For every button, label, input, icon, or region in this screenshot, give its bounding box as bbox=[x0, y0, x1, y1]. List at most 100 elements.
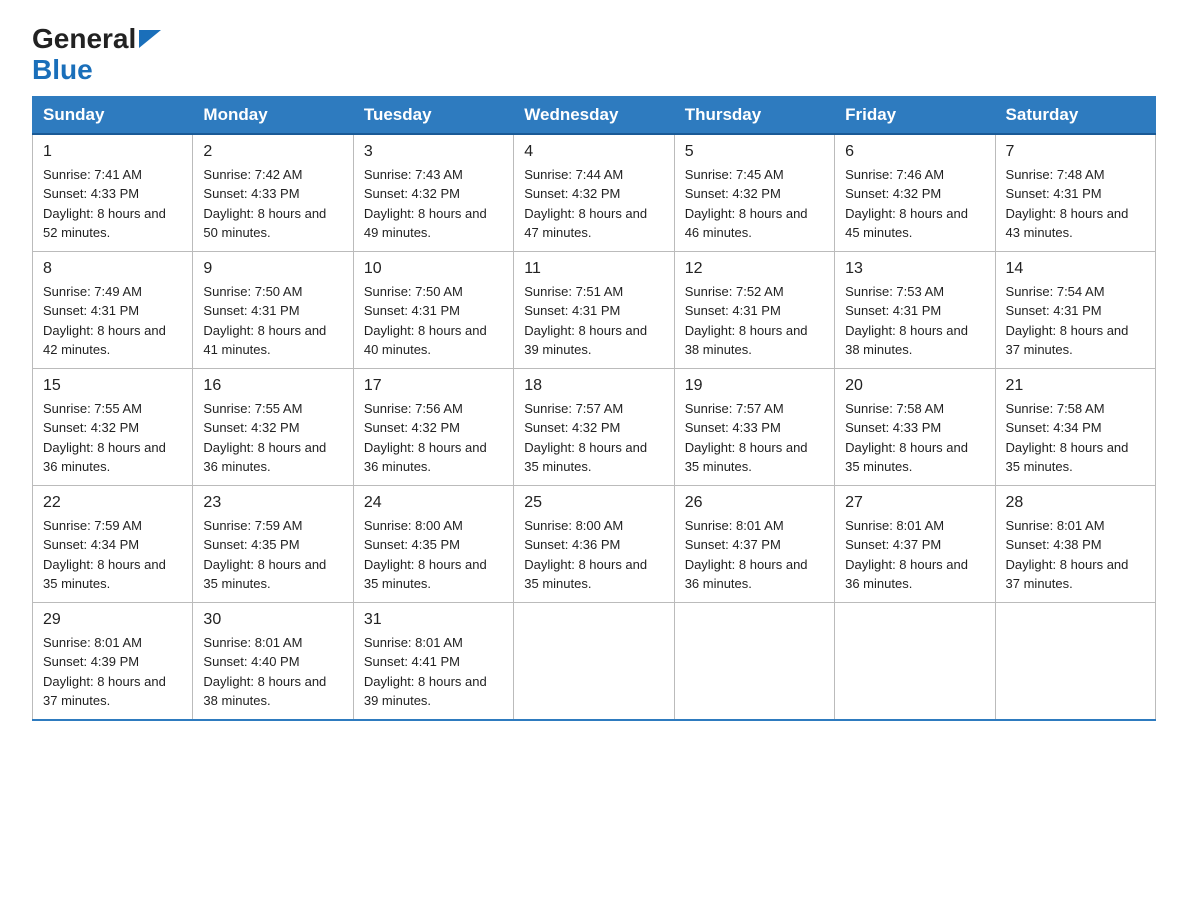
day-info: Sunrise: 8:00 AMSunset: 4:36 PMDaylight:… bbox=[524, 518, 647, 592]
day-number: 6 bbox=[845, 143, 984, 161]
calendar-cell: 20 Sunrise: 7:58 AMSunset: 4:33 PMDaylig… bbox=[835, 368, 995, 485]
day-number: 14 bbox=[1006, 260, 1145, 278]
day-info: Sunrise: 7:55 AMSunset: 4:32 PMDaylight:… bbox=[203, 401, 326, 475]
calendar-cell: 3 Sunrise: 7:43 AMSunset: 4:32 PMDayligh… bbox=[353, 134, 513, 252]
calendar-cell: 11 Sunrise: 7:51 AMSunset: 4:31 PMDaylig… bbox=[514, 251, 674, 368]
day-number: 11 bbox=[524, 260, 663, 278]
calendar-cell: 23 Sunrise: 7:59 AMSunset: 4:35 PMDaylig… bbox=[193, 485, 353, 602]
calendar-cell: 30 Sunrise: 8:01 AMSunset: 4:40 PMDaylig… bbox=[193, 602, 353, 720]
day-info: Sunrise: 7:57 AMSunset: 4:33 PMDaylight:… bbox=[685, 401, 808, 475]
day-number: 24 bbox=[364, 494, 503, 512]
day-number: 29 bbox=[43, 611, 182, 629]
calendar-week-row: 29 Sunrise: 8:01 AMSunset: 4:39 PMDaylig… bbox=[33, 602, 1156, 720]
day-info: Sunrise: 7:43 AMSunset: 4:32 PMDaylight:… bbox=[364, 167, 487, 241]
calendar-cell: 27 Sunrise: 8:01 AMSunset: 4:37 PMDaylig… bbox=[835, 485, 995, 602]
calendar-cell: 22 Sunrise: 7:59 AMSunset: 4:34 PMDaylig… bbox=[33, 485, 193, 602]
calendar-cell: 25 Sunrise: 8:00 AMSunset: 4:36 PMDaylig… bbox=[514, 485, 674, 602]
calendar-cell: 10 Sunrise: 7:50 AMSunset: 4:31 PMDaylig… bbox=[353, 251, 513, 368]
day-info: Sunrise: 8:01 AMSunset: 4:40 PMDaylight:… bbox=[203, 635, 326, 709]
calendar-cell: 18 Sunrise: 7:57 AMSunset: 4:32 PMDaylig… bbox=[514, 368, 674, 485]
day-number: 18 bbox=[524, 377, 663, 395]
calendar-cell: 19 Sunrise: 7:57 AMSunset: 4:33 PMDaylig… bbox=[674, 368, 834, 485]
calendar-week-row: 22 Sunrise: 7:59 AMSunset: 4:34 PMDaylig… bbox=[33, 485, 1156, 602]
calendar-cell: 4 Sunrise: 7:44 AMSunset: 4:32 PMDayligh… bbox=[514, 134, 674, 252]
day-info: Sunrise: 8:00 AMSunset: 4:35 PMDaylight:… bbox=[364, 518, 487, 592]
day-info: Sunrise: 7:45 AMSunset: 4:32 PMDaylight:… bbox=[685, 167, 808, 241]
calendar-cell: 14 Sunrise: 7:54 AMSunset: 4:31 PMDaylig… bbox=[995, 251, 1155, 368]
day-number: 8 bbox=[43, 260, 182, 278]
day-info: Sunrise: 7:56 AMSunset: 4:32 PMDaylight:… bbox=[364, 401, 487, 475]
column-header-friday: Friday bbox=[835, 96, 995, 134]
day-info: Sunrise: 7:58 AMSunset: 4:33 PMDaylight:… bbox=[845, 401, 968, 475]
day-info: Sunrise: 7:50 AMSunset: 4:31 PMDaylight:… bbox=[203, 284, 326, 358]
day-info: Sunrise: 7:48 AMSunset: 4:31 PMDaylight:… bbox=[1006, 167, 1129, 241]
calendar-cell: 8 Sunrise: 7:49 AMSunset: 4:31 PMDayligh… bbox=[33, 251, 193, 368]
day-info: Sunrise: 8:01 AMSunset: 4:37 PMDaylight:… bbox=[845, 518, 968, 592]
day-number: 17 bbox=[364, 377, 503, 395]
calendar-week-row: 1 Sunrise: 7:41 AMSunset: 4:33 PMDayligh… bbox=[33, 134, 1156, 252]
calendar-cell bbox=[674, 602, 834, 720]
calendar-week-row: 15 Sunrise: 7:55 AMSunset: 4:32 PMDaylig… bbox=[33, 368, 1156, 485]
logo-general: General bbox=[32, 24, 136, 55]
day-number: 28 bbox=[1006, 494, 1145, 512]
column-header-wednesday: Wednesday bbox=[514, 96, 674, 134]
calendar-cell: 1 Sunrise: 7:41 AMSunset: 4:33 PMDayligh… bbox=[33, 134, 193, 252]
day-number: 21 bbox=[1006, 377, 1145, 395]
day-info: Sunrise: 7:57 AMSunset: 4:32 PMDaylight:… bbox=[524, 401, 647, 475]
calendar-cell: 5 Sunrise: 7:45 AMSunset: 4:32 PMDayligh… bbox=[674, 134, 834, 252]
day-info: Sunrise: 7:58 AMSunset: 4:34 PMDaylight:… bbox=[1006, 401, 1129, 475]
day-info: Sunrise: 7:52 AMSunset: 4:31 PMDaylight:… bbox=[685, 284, 808, 358]
day-number: 25 bbox=[524, 494, 663, 512]
column-header-monday: Monday bbox=[193, 96, 353, 134]
column-header-tuesday: Tuesday bbox=[353, 96, 513, 134]
day-number: 10 bbox=[364, 260, 503, 278]
day-info: Sunrise: 8:01 AMSunset: 4:37 PMDaylight:… bbox=[685, 518, 808, 592]
calendar-cell: 24 Sunrise: 8:00 AMSunset: 4:35 PMDaylig… bbox=[353, 485, 513, 602]
day-info: Sunrise: 7:55 AMSunset: 4:32 PMDaylight:… bbox=[43, 401, 166, 475]
day-number: 20 bbox=[845, 377, 984, 395]
day-info: Sunrise: 7:51 AMSunset: 4:31 PMDaylight:… bbox=[524, 284, 647, 358]
day-number: 12 bbox=[685, 260, 824, 278]
calendar-cell: 31 Sunrise: 8:01 AMSunset: 4:41 PMDaylig… bbox=[353, 602, 513, 720]
day-number: 13 bbox=[845, 260, 984, 278]
day-number: 1 bbox=[43, 143, 182, 161]
column-header-sunday: Sunday bbox=[33, 96, 193, 134]
calendar-cell: 7 Sunrise: 7:48 AMSunset: 4:31 PMDayligh… bbox=[995, 134, 1155, 252]
day-number: 22 bbox=[43, 494, 182, 512]
day-info: Sunrise: 7:42 AMSunset: 4:33 PMDaylight:… bbox=[203, 167, 326, 241]
day-info: Sunrise: 7:59 AMSunset: 4:35 PMDaylight:… bbox=[203, 518, 326, 592]
day-number: 5 bbox=[685, 143, 824, 161]
day-number: 16 bbox=[203, 377, 342, 395]
calendar-cell: 2 Sunrise: 7:42 AMSunset: 4:33 PMDayligh… bbox=[193, 134, 353, 252]
calendar-cell: 12 Sunrise: 7:52 AMSunset: 4:31 PMDaylig… bbox=[674, 251, 834, 368]
day-number: 3 bbox=[364, 143, 503, 161]
logo-blue: Blue bbox=[32, 55, 161, 86]
day-number: 27 bbox=[845, 494, 984, 512]
day-info: Sunrise: 8:01 AMSunset: 4:38 PMDaylight:… bbox=[1006, 518, 1129, 592]
day-info: Sunrise: 8:01 AMSunset: 4:39 PMDaylight:… bbox=[43, 635, 166, 709]
calendar-cell: 17 Sunrise: 7:56 AMSunset: 4:32 PMDaylig… bbox=[353, 368, 513, 485]
day-number: 26 bbox=[685, 494, 824, 512]
day-info: Sunrise: 7:53 AMSunset: 4:31 PMDaylight:… bbox=[845, 284, 968, 358]
calendar-week-row: 8 Sunrise: 7:49 AMSunset: 4:31 PMDayligh… bbox=[33, 251, 1156, 368]
day-info: Sunrise: 7:49 AMSunset: 4:31 PMDaylight:… bbox=[43, 284, 166, 358]
day-number: 7 bbox=[1006, 143, 1145, 161]
day-number: 15 bbox=[43, 377, 182, 395]
day-number: 9 bbox=[203, 260, 342, 278]
day-number: 23 bbox=[203, 494, 342, 512]
calendar-table: SundayMondayTuesdayWednesdayThursdayFrid… bbox=[32, 96, 1156, 721]
calendar-cell: 29 Sunrise: 8:01 AMSunset: 4:39 PMDaylig… bbox=[33, 602, 193, 720]
calendar-cell bbox=[995, 602, 1155, 720]
calendar-cell bbox=[514, 602, 674, 720]
day-info: Sunrise: 7:54 AMSunset: 4:31 PMDaylight:… bbox=[1006, 284, 1129, 358]
calendar-cell: 28 Sunrise: 8:01 AMSunset: 4:38 PMDaylig… bbox=[995, 485, 1155, 602]
logo: General Blue bbox=[32, 24, 161, 86]
calendar-cell: 9 Sunrise: 7:50 AMSunset: 4:31 PMDayligh… bbox=[193, 251, 353, 368]
day-info: Sunrise: 8:01 AMSunset: 4:41 PMDaylight:… bbox=[364, 635, 487, 709]
day-number: 30 bbox=[203, 611, 342, 629]
day-info: Sunrise: 7:46 AMSunset: 4:32 PMDaylight:… bbox=[845, 167, 968, 241]
calendar-cell bbox=[835, 602, 995, 720]
calendar-cell: 13 Sunrise: 7:53 AMSunset: 4:31 PMDaylig… bbox=[835, 251, 995, 368]
calendar-cell: 6 Sunrise: 7:46 AMSunset: 4:32 PMDayligh… bbox=[835, 134, 995, 252]
day-number: 19 bbox=[685, 377, 824, 395]
